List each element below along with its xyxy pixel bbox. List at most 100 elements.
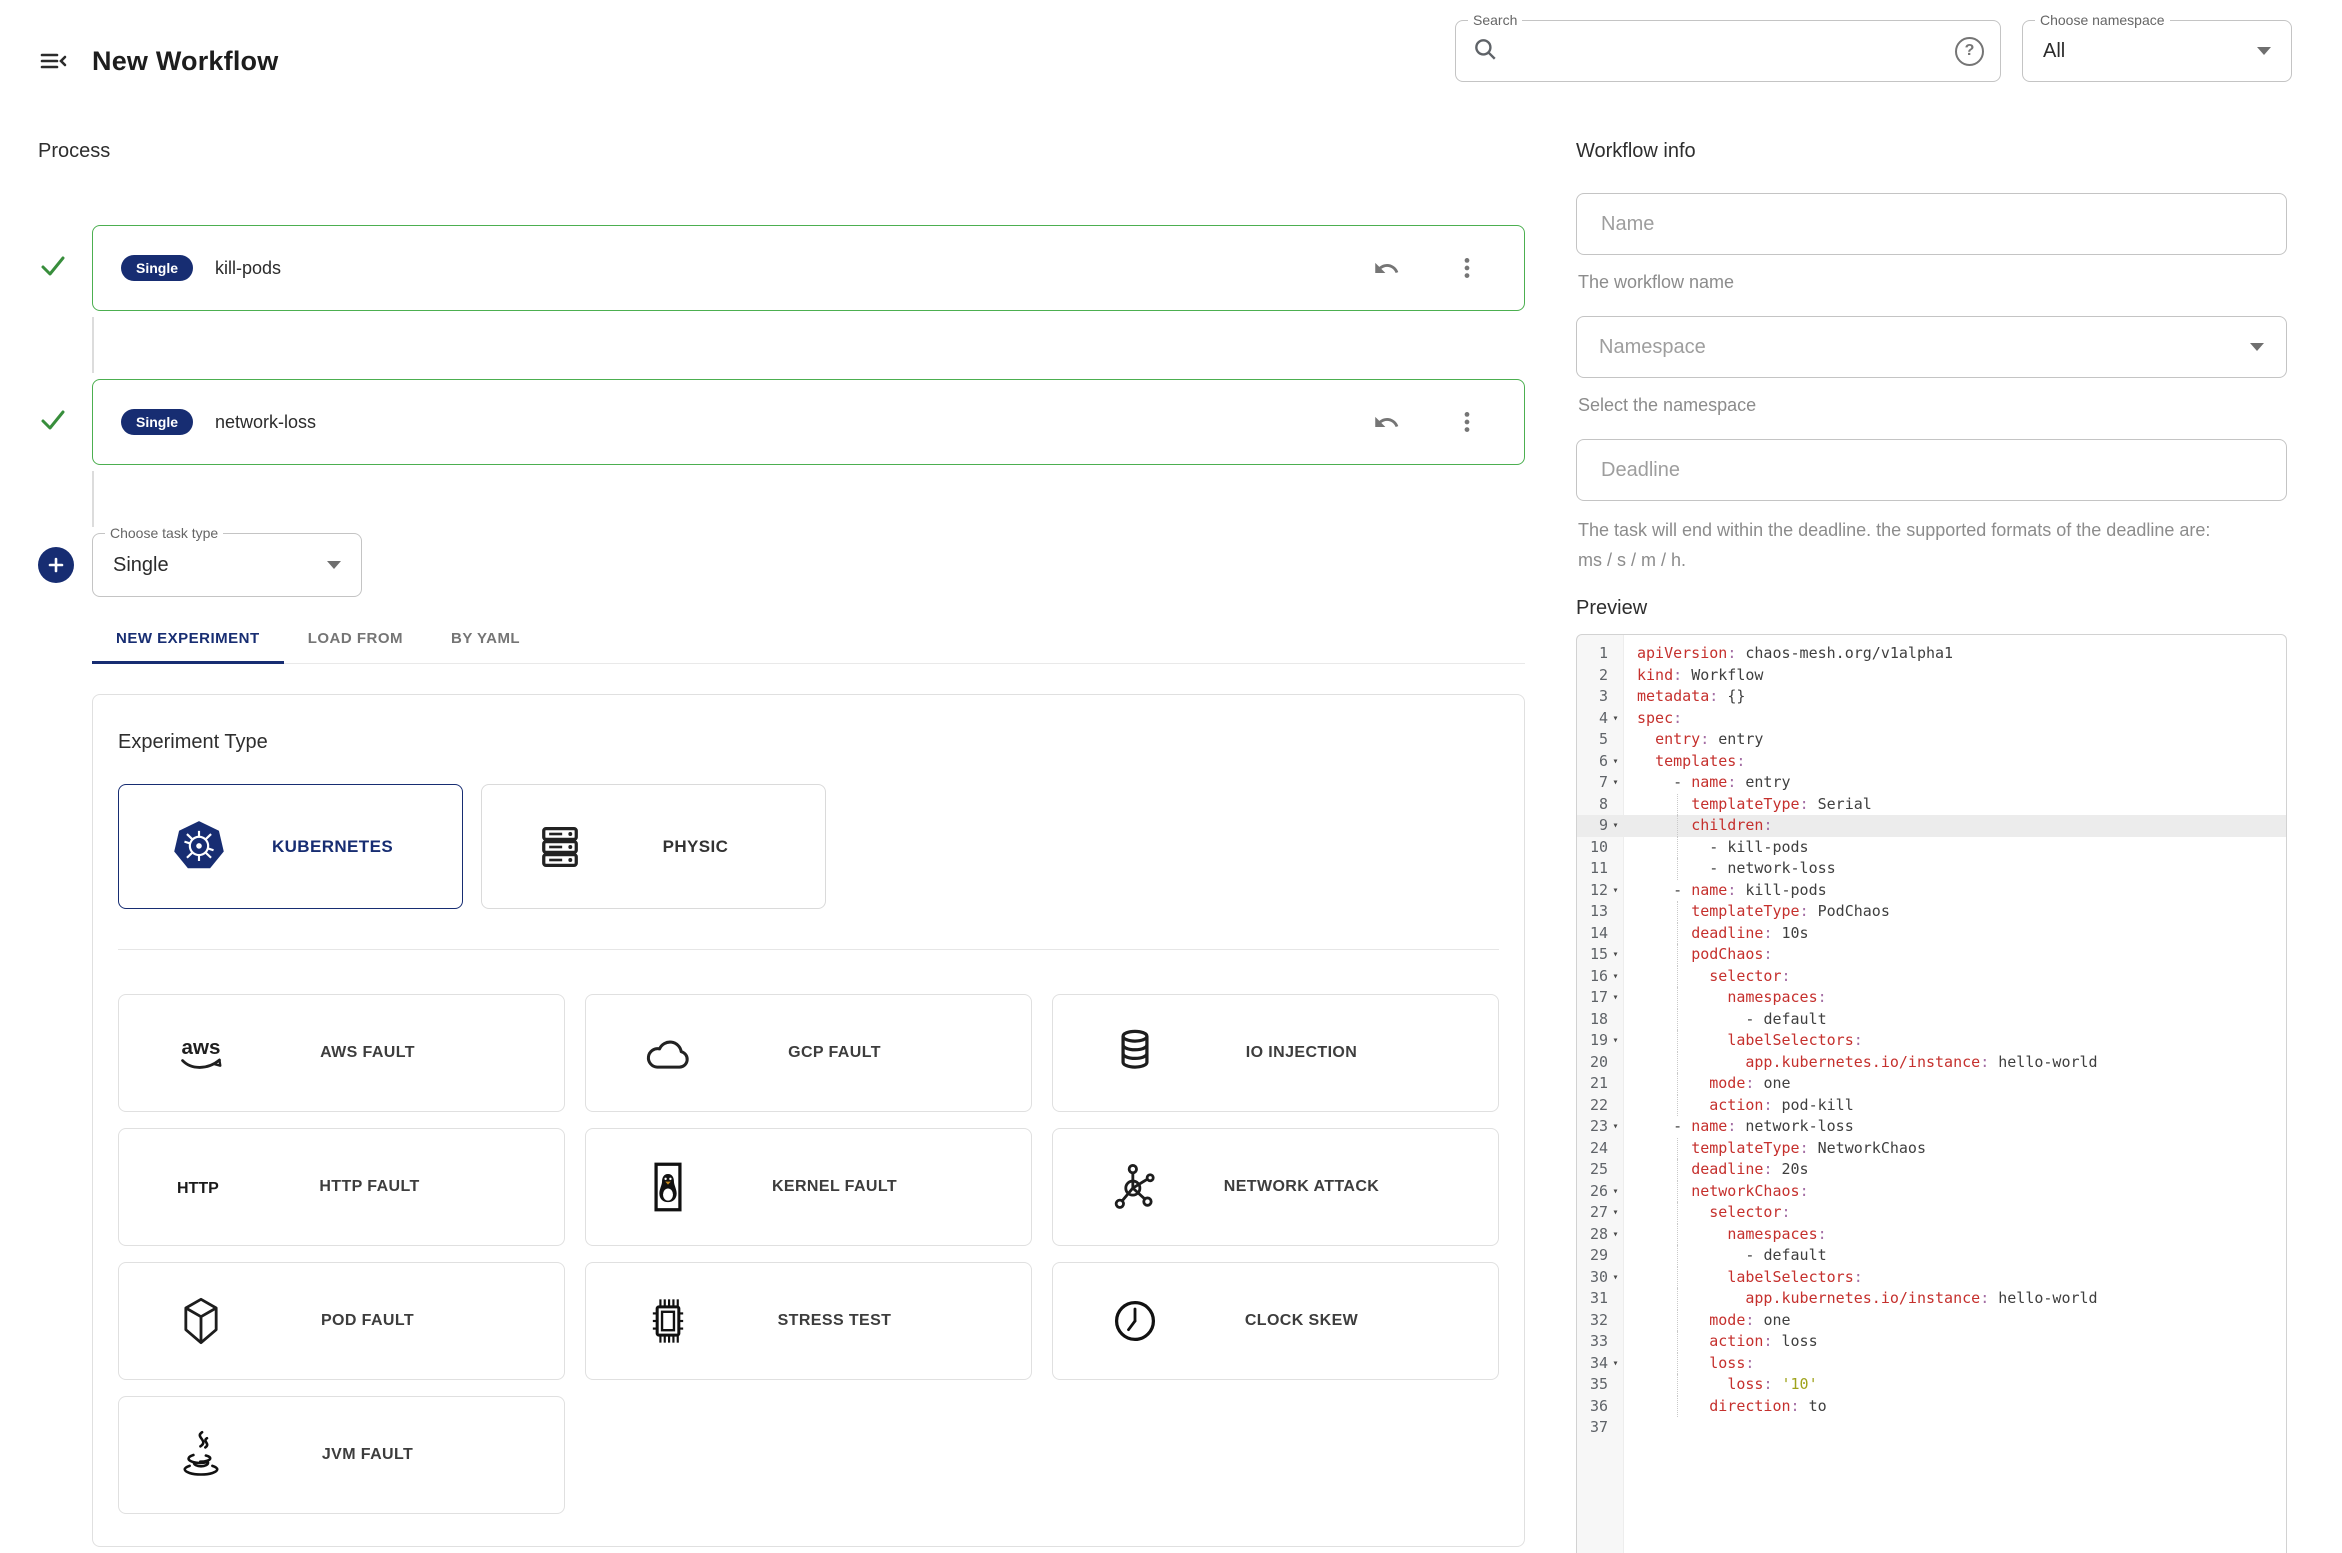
workflow-info-heading: Workflow info xyxy=(1576,140,2287,163)
workflow-deadline-field xyxy=(1576,439,2287,501)
java-cup-icon xyxy=(175,1429,227,1481)
yaml-line: 27▾ selector: xyxy=(1577,1202,2286,1224)
yaml-line: 24 templateType: NetworkChaos xyxy=(1577,1138,2286,1160)
aws-logo-icon: aws xyxy=(175,1027,227,1079)
undo-icon xyxy=(1373,409,1400,436)
workflow-deadline-input[interactable] xyxy=(1599,458,2264,483)
tab-load-from[interactable]: LOAD FROM xyxy=(284,613,427,664)
yaml-line: 37 xyxy=(1577,1417,2286,1439)
workflow-namespace-select[interactable]: Namespace xyxy=(1576,316,2287,378)
task-menu-button[interactable] xyxy=(1450,251,1484,285)
chevron-down-icon xyxy=(2250,343,2264,351)
menu-open-icon[interactable] xyxy=(36,44,70,78)
preview-heading: Preview xyxy=(1576,597,2287,620)
fault-label: HTTP FAULT xyxy=(231,1178,524,1196)
fault-label: GCP FAULT xyxy=(694,1044,991,1062)
page-title: New Workflow xyxy=(92,46,278,77)
workflow-namespace-helper: Select the namespace xyxy=(1578,390,2238,420)
fault-label: AWS FAULT xyxy=(227,1044,524,1062)
task-menu-button[interactable] xyxy=(1450,405,1484,439)
fault-card-gcp-fault[interactable]: GCP FAULT xyxy=(585,994,1032,1112)
fault-card-aws-fault[interactable]: aws AWS FAULT xyxy=(118,994,565,1112)
fault-card-jvm-fault[interactable]: JVM FAULT xyxy=(118,1396,565,1514)
task-row: Single network-loss xyxy=(38,379,1525,465)
connector-line xyxy=(92,471,94,527)
experiment-type-options: KUBERNETES PHYSIC xyxy=(118,784,1499,909)
search-field-label: Search xyxy=(1468,12,1522,28)
yaml-line: 9▾ children: xyxy=(1577,815,2286,837)
cube-icon xyxy=(175,1295,227,1347)
task-list: Single kill-pods Single network-loss xyxy=(38,225,1525,527)
fault-card-kernel-fault[interactable]: KERNEL FAULT xyxy=(585,1128,1032,1246)
yaml-line: 15▾ podChaos: xyxy=(1577,944,2286,966)
fault-grid: aws AWS FAULT GCP FAULT IO INJECTION HTTPHTT… xyxy=(118,994,1499,1514)
task-type-badge: Single xyxy=(121,409,193,435)
yaml-line: 25 deadline: 20s xyxy=(1577,1159,2286,1181)
yaml-line: 10 - kill-pods xyxy=(1577,837,2286,859)
help-icon[interactable]: ? xyxy=(1955,37,1984,66)
task-name: network-loss xyxy=(215,412,1369,433)
chevron-down-icon xyxy=(327,561,341,569)
search-field[interactable]: Search ? xyxy=(1455,20,2001,82)
undo-button[interactable] xyxy=(1369,251,1404,286)
yaml-line: 17▾ namespaces: xyxy=(1577,987,2286,1009)
check-icon xyxy=(38,405,68,440)
task-name: kill-pods xyxy=(215,258,1369,279)
yaml-line: 8 templateType: Serial xyxy=(1577,794,2286,816)
experiment-type-kubernetes[interactable]: KUBERNETES xyxy=(118,784,463,909)
namespace-filter-select[interactable]: Choose namespace All xyxy=(2022,20,2292,82)
fault-card-http-fault[interactable]: HTTPHTTP FAULT xyxy=(118,1128,565,1246)
workflow-namespace-placeholder: Namespace xyxy=(1599,336,2250,359)
workflow-name-input[interactable] xyxy=(1599,212,2264,237)
yaml-line: 16▾ selector: xyxy=(1577,966,2286,988)
chevron-down-icon xyxy=(2257,47,2271,55)
fault-card-clock-skew[interactable]: CLOCK SKEW xyxy=(1052,1262,1499,1380)
add-task-button[interactable] xyxy=(38,547,74,583)
new-workflow-page: New Workflow Search ? Choose namespace A… xyxy=(0,0,2342,1553)
linux-penguin-icon xyxy=(642,1161,694,1213)
fault-card-io-injection[interactable]: IO INJECTION xyxy=(1052,994,1499,1112)
yaml-line: 3metadata: {} xyxy=(1577,686,2286,708)
fault-card-stress-test[interactable]: STRESS TEST xyxy=(585,1262,1032,1380)
experiment-type-heading: Experiment Type xyxy=(118,731,1499,754)
tab-by-yaml[interactable]: BY YAML xyxy=(427,613,544,664)
kebab-menu-icon xyxy=(1454,409,1480,435)
cloud-icon xyxy=(642,1027,694,1079)
experiment-type-physic[interactable]: PHYSIC xyxy=(481,784,826,909)
add-task-row: Choose task type Single xyxy=(38,533,1525,597)
yaml-line: 18 - default xyxy=(1577,1009,2286,1031)
namespace-filter-value: All xyxy=(2043,40,2257,63)
fault-label: CLOCK SKEW xyxy=(1161,1312,1458,1330)
yaml-line: 12▾ - name: kill-pods xyxy=(1577,880,2286,902)
kebab-menu-icon xyxy=(1454,255,1480,281)
fault-label: STRESS TEST xyxy=(694,1312,991,1330)
yaml-line: 34▾ loss: xyxy=(1577,1353,2286,1375)
fault-card-network-attack[interactable]: NETWORK ATTACK xyxy=(1052,1128,1499,1246)
task-type-value: Single xyxy=(113,554,327,577)
yaml-editor[interactable]: 1apiVersion: chaos-mesh.org/v1alpha12kin… xyxy=(1576,634,2287,1553)
yaml-line: 31 app.kubernetes.io/instance: hello-wor… xyxy=(1577,1288,2286,1310)
http-text-icon: HTTP xyxy=(175,1161,231,1213)
yaml-line: 36 direction: to xyxy=(1577,1396,2286,1418)
yaml-line: 19▾ labelSelectors: xyxy=(1577,1030,2286,1052)
fault-label: IO INJECTION xyxy=(1161,1044,1458,1062)
task-type-select[interactable]: Choose task type Single xyxy=(92,533,362,597)
process-section: Process Singlekill-podsSinglenetwork-los… xyxy=(38,140,1525,1547)
experiment-type-label: KUBERNETES xyxy=(227,837,462,857)
task-card[interactable]: Single kill-pods xyxy=(92,225,1525,311)
task-row: Single kill-pods xyxy=(38,225,1525,311)
tab-new-experiment[interactable]: NEW EXPERIMENT xyxy=(92,613,284,664)
task-type-badge: Single xyxy=(121,255,193,281)
task-card[interactable]: Single network-loss xyxy=(92,379,1525,465)
cpu-chip-icon xyxy=(642,1295,694,1347)
experiment-type-label: PHYSIC xyxy=(590,837,825,857)
undo-button[interactable] xyxy=(1369,405,1404,440)
svg-text:aws: aws xyxy=(182,1036,221,1059)
check-icon xyxy=(38,251,68,286)
connector-line xyxy=(92,317,94,373)
yaml-line: 23▾ - name: network-loss xyxy=(1577,1116,2286,1138)
database-icon xyxy=(1109,1027,1161,1079)
search-input[interactable] xyxy=(1508,39,1945,63)
yaml-line: 14 deadline: 10s xyxy=(1577,923,2286,945)
fault-card-pod-fault[interactable]: POD FAULT xyxy=(118,1262,565,1380)
